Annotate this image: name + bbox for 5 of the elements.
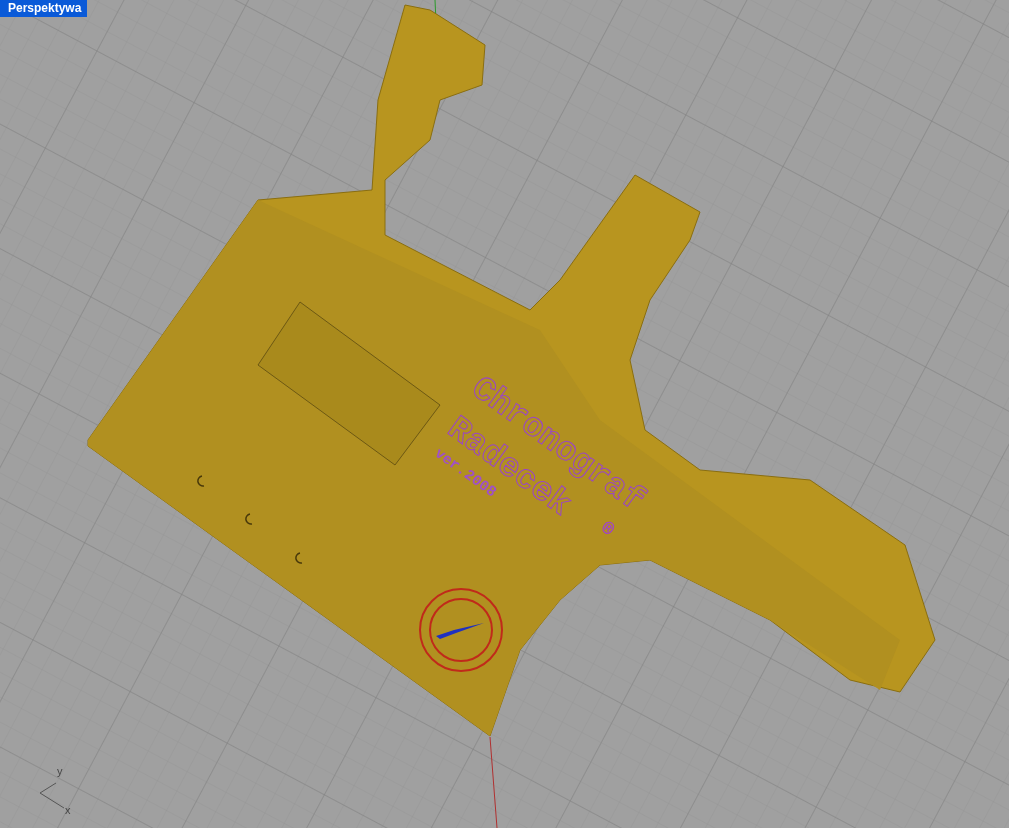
axis-label: y xyxy=(57,765,63,777)
registered-mark: ® xyxy=(597,517,618,541)
viewport-title[interactable]: Perspektywa xyxy=(0,0,88,17)
axis-label: x xyxy=(65,804,71,816)
axis-icon xyxy=(39,782,65,809)
